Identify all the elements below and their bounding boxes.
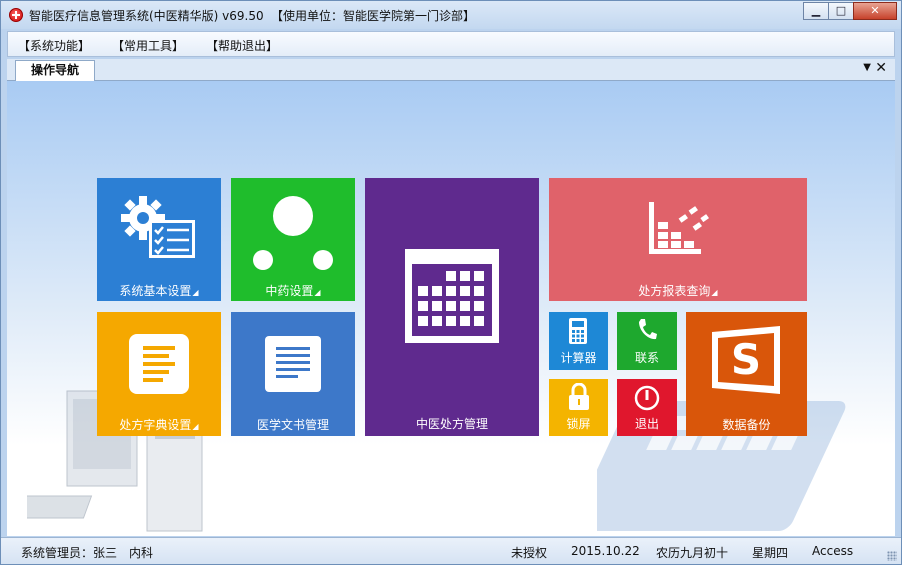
window-controls: ▁ □ ✕ (803, 2, 897, 20)
title-bar[interactable]: 智能医疗信息管理系统(中医精华版) v69.50 【使用单位：智能医学院第一门诊… (1, 1, 901, 29)
navigation-desktop: 系统基本设置◢ 中药设置◢ 中医处方管理 处方报表查询◢ 处方字典设置◢ 医学文… (7, 81, 895, 536)
tile-calculator[interactable]: 计算器 (549, 312, 608, 370)
network-nodes-icon (253, 196, 333, 270)
status-license: 未授权 (511, 546, 548, 560)
tile-system-settings-label: 系统基本设置◢ (119, 284, 199, 298)
tile-herb-settings-label: 中药设置◢ (265, 284, 321, 298)
tab-close-icon[interactable]: ✕ (875, 60, 887, 76)
status-weekday: 星期四 (752, 546, 789, 560)
tile-exit-label: 退出 (634, 417, 659, 431)
menu-system-functions[interactable]: 【系统功能】 (18, 37, 90, 54)
tab-dropdown-icon[interactable]: ▼ (863, 62, 871, 73)
calculator-icon (569, 318, 587, 344)
menu-help-exit[interactable]: 【帮助退出】 (206, 37, 278, 54)
backup-s-icon: S (712, 326, 780, 394)
menu-bar: 【系统功能】 【常用工具】 【帮助退出】 (7, 31, 895, 57)
settings-gear-icon (121, 196, 195, 258)
tile-lock-screen[interactable]: 锁屏 (549, 379, 608, 436)
unit-label: 【使用单位：智能医学院第一门诊部】 (271, 9, 476, 23)
app-window: 智能医疗信息管理系统(中医精华版) v69.50 【使用单位：智能医学院第一门诊… (0, 0, 902, 565)
tab-strip: 操作导航 ▼ ✕ (7, 59, 895, 81)
tab-operation-nav[interactable]: 操作导航 (15, 60, 95, 81)
tile-tcm-prescription-label: 中医处方管理 (415, 417, 488, 431)
tile-tcm-prescription[interactable]: 中医处方管理 (365, 178, 539, 436)
minimize-button[interactable]: ▁ (803, 2, 829, 20)
app-logo-icon (9, 8, 23, 22)
tile-report-query[interactable]: 处方报表查询◢ (549, 178, 807, 301)
resize-grip-icon[interactable] (887, 551, 897, 561)
tile-contact[interactable]: 联系 (617, 312, 677, 370)
tile-contact-label: 联系 (634, 351, 659, 365)
tile-documents-label: 医学文书管理 (256, 418, 329, 432)
tile-calculator-label: 计算器 (560, 351, 597, 365)
status-user: 系统管理员：张三 (21, 546, 118, 560)
text-document-icon (265, 336, 321, 392)
status-date: 2015.10.22 (571, 544, 640, 558)
tile-report-query-label: 处方报表查询◢ (638, 284, 718, 298)
status-department: 内科 (129, 546, 154, 560)
report-chart-icon (649, 202, 709, 254)
tile-system-settings[interactable]: 系统基本设置◢ (97, 178, 221, 301)
tile-lock-screen-label: 锁屏 (566, 417, 591, 431)
phone-icon (639, 319, 657, 340)
document-list-icon (129, 334, 189, 394)
tile-data-backup-label: 数据备份 (722, 418, 771, 432)
tile-dictionary-label: 处方字典设置◢ (119, 418, 199, 432)
maximize-button[interactable]: □ (828, 2, 854, 20)
status-lunar-date: 农历九月初十 (656, 546, 729, 560)
tile-documents[interactable]: 医学文书管理 (231, 312, 355, 436)
tile-data-backup[interactable]: S 数据备份 (686, 312, 807, 436)
lock-icon (569, 383, 589, 410)
window-title: 智能医疗信息管理系统(中医精华版) v69.50 (29, 9, 264, 23)
close-button[interactable]: ✕ (853, 2, 897, 20)
calendar-icon (405, 249, 499, 343)
tile-herb-settings[interactable]: 中药设置◢ (231, 178, 355, 301)
svg-text:S: S (731, 335, 761, 384)
power-icon (634, 385, 660, 411)
tile-exit[interactable]: 退出 (617, 379, 677, 436)
status-bar: 系统管理员：张三 内科 未授权 2015.10.22 农历九月初十 星期四 Ac… (1, 537, 901, 564)
tile-dictionary[interactable]: 处方字典设置◢ (97, 312, 221, 436)
status-database: Access (812, 544, 854, 558)
menu-common-tools[interactable]: 【常用工具】 (112, 37, 184, 54)
